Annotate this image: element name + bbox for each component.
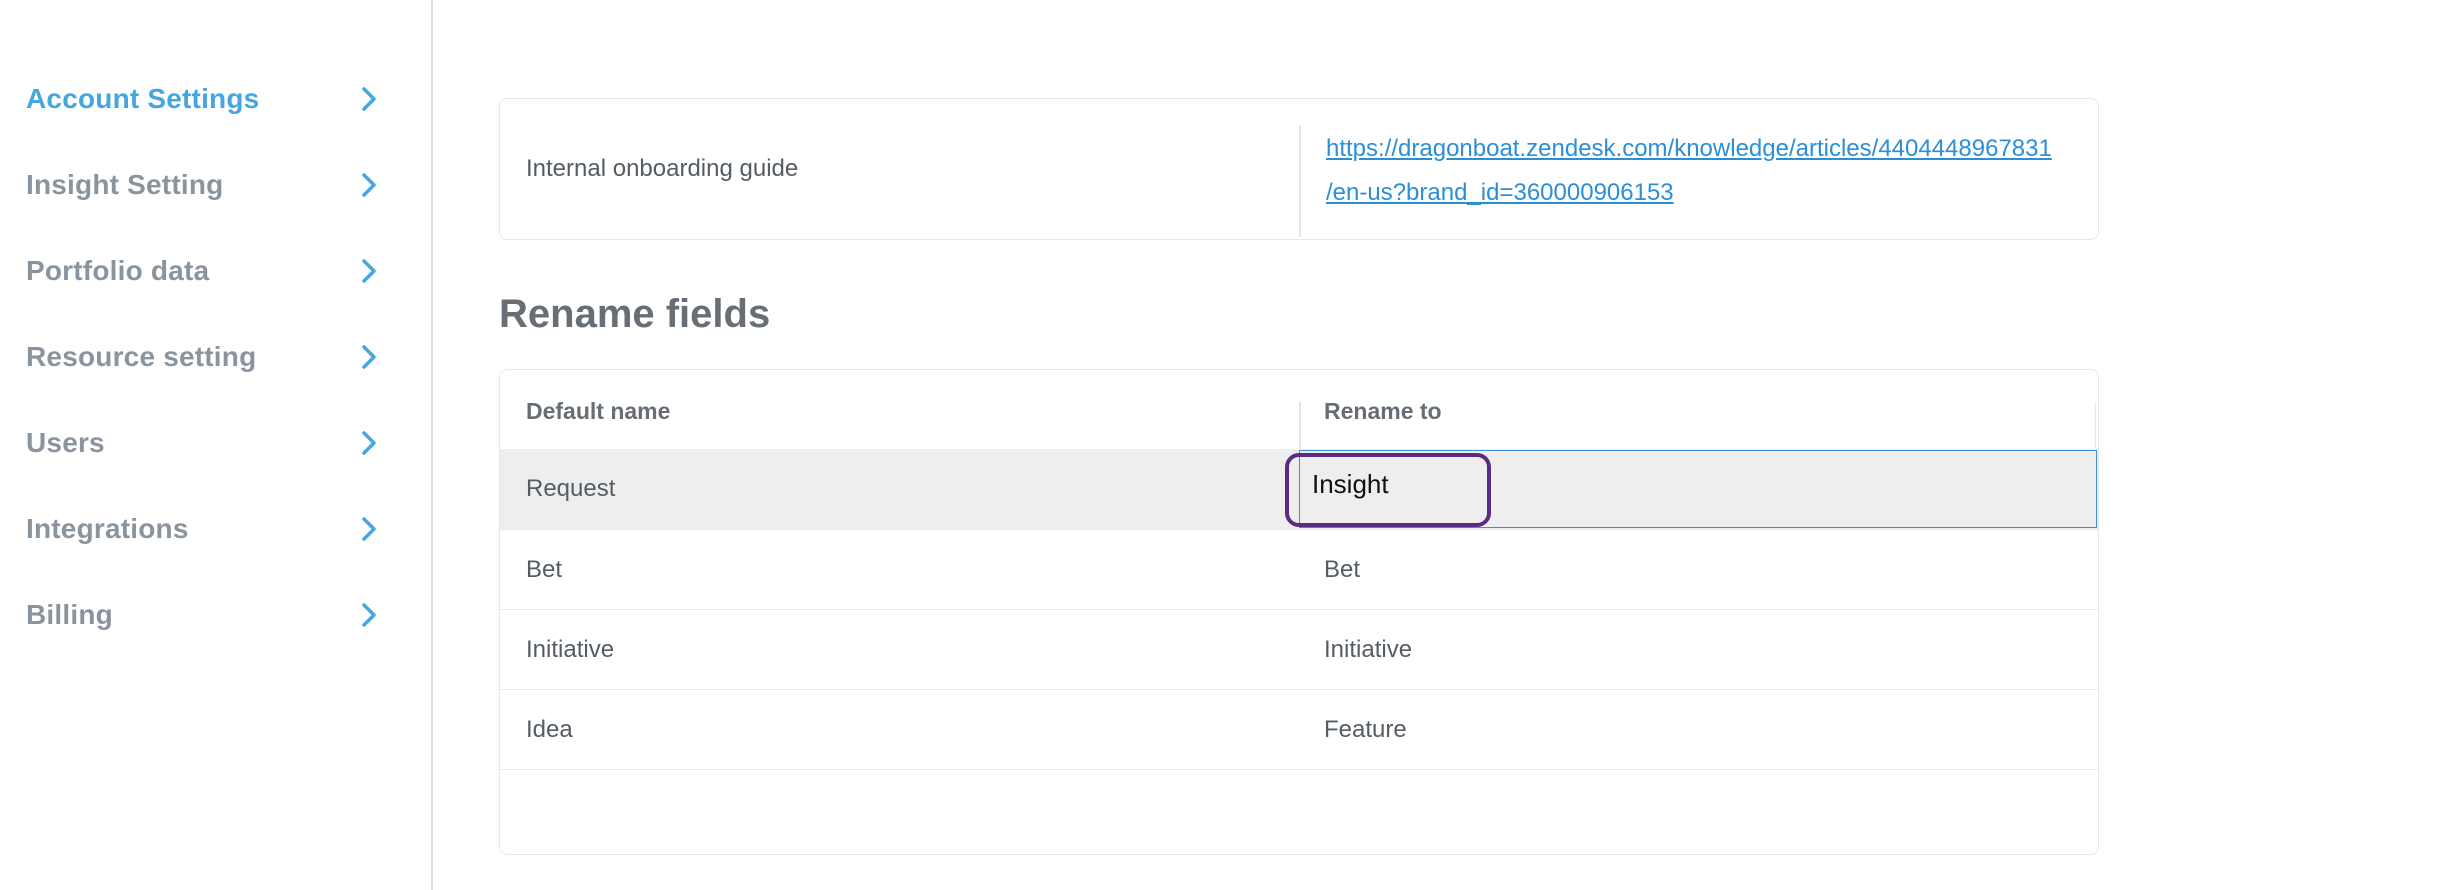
column-header-rename-to: Rename to	[1324, 398, 1442, 424]
sidebar-item-users[interactable]: Users	[0, 400, 431, 486]
onboarding-guide-card: Internal onboarding guide https://dragon…	[499, 98, 2099, 240]
table-row[interactable]: Initiative Initiative	[500, 609, 2098, 689]
settings-sidebar: Account Settings Insight Setting Portfol…	[0, 0, 433, 890]
rename-fields-table: Default name Rename to Request Bet Bet I…	[499, 369, 2099, 855]
sidebar-item-label: Users	[26, 427, 105, 458]
settings-main: Internal onboarding guide https://dragon…	[435, 0, 2444, 890]
rename-cell-editor[interactable]	[1299, 450, 2097, 528]
rename-input[interactable]	[1312, 463, 1612, 505]
table-empty-area	[500, 769, 2098, 854]
sidebar-item-label: Portfolio data	[26, 255, 210, 286]
onboarding-guide-link-continued[interactable]: /en-us?brand_id=360000906153	[1326, 179, 1674, 206]
column-divider	[2094, 402, 2096, 449]
onboarding-guide-link[interactable]: https://dragonboat.zendesk.com/knowledge…	[1326, 135, 2052, 162]
chevron-right-icon	[362, 603, 376, 627]
onboarding-guide-label: Internal onboarding guide	[526, 155, 799, 182]
onboarding-guide-link-cell: https://dragonboat.zendesk.com/knowledge…	[1326, 127, 2086, 215]
sidebar-item-label: Insight Setting	[26, 169, 224, 200]
default-name-cell: Idea	[526, 716, 573, 743]
chevron-right-icon	[362, 517, 376, 541]
chevron-right-icon	[362, 87, 376, 111]
rename-cell[interactable]: Bet	[1324, 556, 1360, 584]
column-divider	[1299, 125, 1301, 237]
table-row[interactable]: Bet Bet	[500, 529, 2098, 609]
rename-cell[interactable]: Initiative	[1324, 636, 1412, 664]
table-header: Default name Rename to	[500, 370, 2098, 449]
default-name-cell: Request	[526, 475, 616, 502]
sidebar-item-integrations[interactable]: Integrations	[0, 486, 431, 572]
rename-cell[interactable]: Feature	[1324, 716, 1407, 744]
chevron-right-icon	[362, 345, 376, 369]
table-row-selected[interactable]: Request	[500, 449, 2098, 529]
sidebar-item-portfolio-data[interactable]: Portfolio data	[0, 228, 431, 314]
settings-nav: Account Settings Insight Setting Portfol…	[0, 56, 431, 658]
sidebar-item-account-settings[interactable]: Account Settings	[0, 56, 431, 142]
table-row[interactable]: Idea Feature	[500, 689, 2098, 769]
chevron-right-icon	[362, 173, 376, 197]
column-header-default-name: Default name	[526, 398, 671, 424]
sidebar-item-label: Integrations	[26, 513, 189, 544]
chevron-right-icon	[362, 431, 376, 455]
default-name-cell: Bet	[526, 556, 563, 583]
sidebar-item-label: Resource setting	[26, 341, 257, 372]
column-divider	[1299, 402, 1301, 449]
sidebar-item-label: Account Settings	[26, 83, 260, 114]
section-title-rename-fields: Rename fields	[499, 292, 771, 336]
sidebar-item-insight-setting[interactable]: Insight Setting	[0, 142, 431, 228]
sidebar-item-label: Billing	[26, 599, 113, 630]
default-name-cell: Initiative	[526, 636, 615, 663]
sidebar-item-billing[interactable]: Billing	[0, 572, 431, 658]
chevron-right-icon	[362, 259, 376, 283]
sidebar-item-resource-setting[interactable]: Resource setting	[0, 314, 431, 400]
